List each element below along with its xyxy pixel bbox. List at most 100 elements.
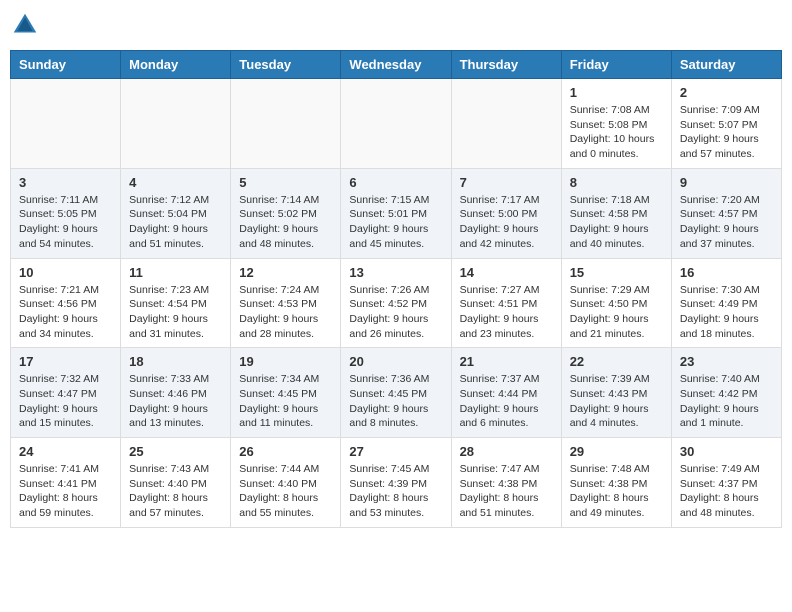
day-number: 16 (680, 265, 773, 280)
day-info: Sunrise: 7:26 AM Sunset: 4:52 PM Dayligh… (349, 283, 442, 342)
calendar-cell: 26 Sunrise: 7:44 AM Sunset: 4:40 PM Dayli… (231, 438, 341, 528)
day-number: 30 (680, 444, 773, 459)
day-info: Sunrise: 7:29 AM Sunset: 4:50 PM Dayligh… (570, 283, 663, 342)
calendar-cell: 30 Sunrise: 7:49 AM Sunset: 4:37 PM Dayli… (671, 438, 781, 528)
day-info: Sunrise: 7:11 AM Sunset: 5:05 PM Dayligh… (19, 193, 112, 252)
day-number: 29 (570, 444, 663, 459)
calendar-cell: 23 Sunrise: 7:40 AM Sunset: 4:42 PM Dayli… (671, 348, 781, 438)
weekday-header: Monday (121, 51, 231, 79)
day-number: 25 (129, 444, 222, 459)
calendar-cell: 20 Sunrise: 7:36 AM Sunset: 4:45 PM Dayli… (341, 348, 451, 438)
calendar-week-row: 24 Sunrise: 7:41 AM Sunset: 4:41 PM Dayli… (11, 438, 782, 528)
day-number: 9 (680, 175, 773, 190)
calendar-cell: 25 Sunrise: 7:43 AM Sunset: 4:40 PM Dayli… (121, 438, 231, 528)
day-number: 20 (349, 354, 442, 369)
day-number: 11 (129, 265, 222, 280)
day-number: 15 (570, 265, 663, 280)
calendar-cell: 28 Sunrise: 7:47 AM Sunset: 4:38 PM Dayli… (451, 438, 561, 528)
calendar-cell: 15 Sunrise: 7:29 AM Sunset: 4:50 PM Dayli… (561, 258, 671, 348)
calendar-week-row: 17 Sunrise: 7:32 AM Sunset: 4:47 PM Dayli… (11, 348, 782, 438)
day-number: 3 (19, 175, 112, 190)
day-info: Sunrise: 7:41 AM Sunset: 4:41 PM Dayligh… (19, 462, 112, 521)
day-info: Sunrise: 7:36 AM Sunset: 4:45 PM Dayligh… (349, 372, 442, 431)
day-number: 21 (460, 354, 553, 369)
day-info: Sunrise: 7:27 AM Sunset: 4:51 PM Dayligh… (460, 283, 553, 342)
calendar-cell: 9 Sunrise: 7:20 AM Sunset: 4:57 PM Daylig… (671, 168, 781, 258)
calendar-cell: 21 Sunrise: 7:37 AM Sunset: 4:44 PM Dayli… (451, 348, 561, 438)
day-info: Sunrise: 7:43 AM Sunset: 4:40 PM Dayligh… (129, 462, 222, 521)
calendar-cell (451, 79, 561, 169)
day-number: 5 (239, 175, 332, 190)
day-number: 1 (570, 85, 663, 100)
calendar-cell: 8 Sunrise: 7:18 AM Sunset: 4:58 PM Daylig… (561, 168, 671, 258)
calendar-cell: 27 Sunrise: 7:45 AM Sunset: 4:39 PM Dayli… (341, 438, 451, 528)
weekday-header: Tuesday (231, 51, 341, 79)
calendar-cell: 10 Sunrise: 7:21 AM Sunset: 4:56 PM Dayli… (11, 258, 121, 348)
calendar-week-row: 10 Sunrise: 7:21 AM Sunset: 4:56 PM Dayli… (11, 258, 782, 348)
weekday-header: Thursday (451, 51, 561, 79)
day-info: Sunrise: 7:32 AM Sunset: 4:47 PM Dayligh… (19, 372, 112, 431)
day-info: Sunrise: 7:17 AM Sunset: 5:00 PM Dayligh… (460, 193, 553, 252)
day-number: 17 (19, 354, 112, 369)
day-info: Sunrise: 7:15 AM Sunset: 5:01 PM Dayligh… (349, 193, 442, 252)
day-number: 18 (129, 354, 222, 369)
calendar-cell: 16 Sunrise: 7:30 AM Sunset: 4:49 PM Dayli… (671, 258, 781, 348)
calendar-cell: 17 Sunrise: 7:32 AM Sunset: 4:47 PM Dayli… (11, 348, 121, 438)
day-info: Sunrise: 7:39 AM Sunset: 4:43 PM Dayligh… (570, 372, 663, 431)
page-header (10, 10, 782, 40)
day-number: 13 (349, 265, 442, 280)
day-info: Sunrise: 7:08 AM Sunset: 5:08 PM Dayligh… (570, 103, 663, 162)
calendar-cell: 29Sunrise: 7:48 AM Sunset: 4:38 PM Dayli… (561, 438, 671, 528)
logo-icon (10, 10, 40, 40)
calendar-cell: 14 Sunrise: 7:27 AM Sunset: 4:51 PM Dayli… (451, 258, 561, 348)
calendar-table: SundayMondayTuesdayWednesdayThursdayFrid… (10, 50, 782, 528)
calendar-cell (341, 79, 451, 169)
calendar-header-row: SundayMondayTuesdayWednesdayThursdayFrid… (11, 51, 782, 79)
day-info: Sunrise: 7:21 AM Sunset: 4:56 PM Dayligh… (19, 283, 112, 342)
day-info: Sunrise: 7:37 AM Sunset: 4:44 PM Dayligh… (460, 372, 553, 431)
day-info: Sunrise: 7:20 AM Sunset: 4:57 PM Dayligh… (680, 193, 773, 252)
weekday-header: Wednesday (341, 51, 451, 79)
calendar-cell (121, 79, 231, 169)
weekday-header: Saturday (671, 51, 781, 79)
calendar-cell: 11 Sunrise: 7:23 AM Sunset: 4:54 PM Dayli… (121, 258, 231, 348)
calendar-cell: 5 Sunrise: 7:14 AM Sunset: 5:02 PM Daylig… (231, 168, 341, 258)
day-info: Sunrise: 7:49 AM Sunset: 4:37 PM Dayligh… (680, 462, 773, 521)
calendar-cell (231, 79, 341, 169)
calendar-cell: 13 Sunrise: 7:26 AM Sunset: 4:52 PM Dayli… (341, 258, 451, 348)
day-number: 8 (570, 175, 663, 190)
day-info: Sunrise: 7:09 AM Sunset: 5:07 PM Dayligh… (680, 103, 773, 162)
day-info: Sunrise: 7:18 AM Sunset: 4:58 PM Dayligh… (570, 193, 663, 252)
day-info: Sunrise: 7:12 AM Sunset: 5:04 PM Dayligh… (129, 193, 222, 252)
calendar-cell: 1 Sunrise: 7:08 AM Sunset: 5:08 PM Daylig… (561, 79, 671, 169)
day-info: Sunrise: 7:14 AM Sunset: 5:02 PM Dayligh… (239, 193, 332, 252)
calendar-cell: 7 Sunrise: 7:17 AM Sunset: 5:00 PM Daylig… (451, 168, 561, 258)
day-number: 26 (239, 444, 332, 459)
calendar-cell: 2 Sunrise: 7:09 AM Sunset: 5:07 PM Daylig… (671, 79, 781, 169)
day-number: 27 (349, 444, 442, 459)
calendar-week-row: 1 Sunrise: 7:08 AM Sunset: 5:08 PM Daylig… (11, 79, 782, 169)
calendar-cell: 19Sunrise: 7:34 AM Sunset: 4:45 PM Dayli… (231, 348, 341, 438)
day-info: Sunrise: 7:24 AM Sunset: 4:53 PM Dayligh… (239, 283, 332, 342)
day-info: Sunrise: 7:45 AM Sunset: 4:39 PM Dayligh… (349, 462, 442, 521)
calendar-cell: 22 Sunrise: 7:39 AM Sunset: 4:43 PM Dayli… (561, 348, 671, 438)
calendar-week-row: 3 Sunrise: 7:11 AM Sunset: 5:05 PM Daylig… (11, 168, 782, 258)
day-info: Sunrise: 7:40 AM Sunset: 4:42 PM Dayligh… (680, 372, 773, 431)
day-number: 23 (680, 354, 773, 369)
day-info: Sunrise: 7:30 AM Sunset: 4:49 PM Dayligh… (680, 283, 773, 342)
day-info: Sunrise: 7:23 AM Sunset: 4:54 PM Dayligh… (129, 283, 222, 342)
logo (10, 10, 44, 40)
day-number: 14 (460, 265, 553, 280)
day-number: 24 (19, 444, 112, 459)
calendar-cell: 3 Sunrise: 7:11 AM Sunset: 5:05 PM Daylig… (11, 168, 121, 258)
day-info: Sunrise: 7:44 AM Sunset: 4:40 PM Dayligh… (239, 462, 332, 521)
day-number: 28 (460, 444, 553, 459)
day-info: Sunrise: 7:47 AM Sunset: 4:38 PM Dayligh… (460, 462, 553, 521)
day-number: 7 (460, 175, 553, 190)
day-number: 4 (129, 175, 222, 190)
day-number: 2 (680, 85, 773, 100)
day-number: 10 (19, 265, 112, 280)
day-number: 22 (570, 354, 663, 369)
day-number: 6 (349, 175, 442, 190)
calendar-cell: 12Sunrise: 7:24 AM Sunset: 4:53 PM Dayli… (231, 258, 341, 348)
